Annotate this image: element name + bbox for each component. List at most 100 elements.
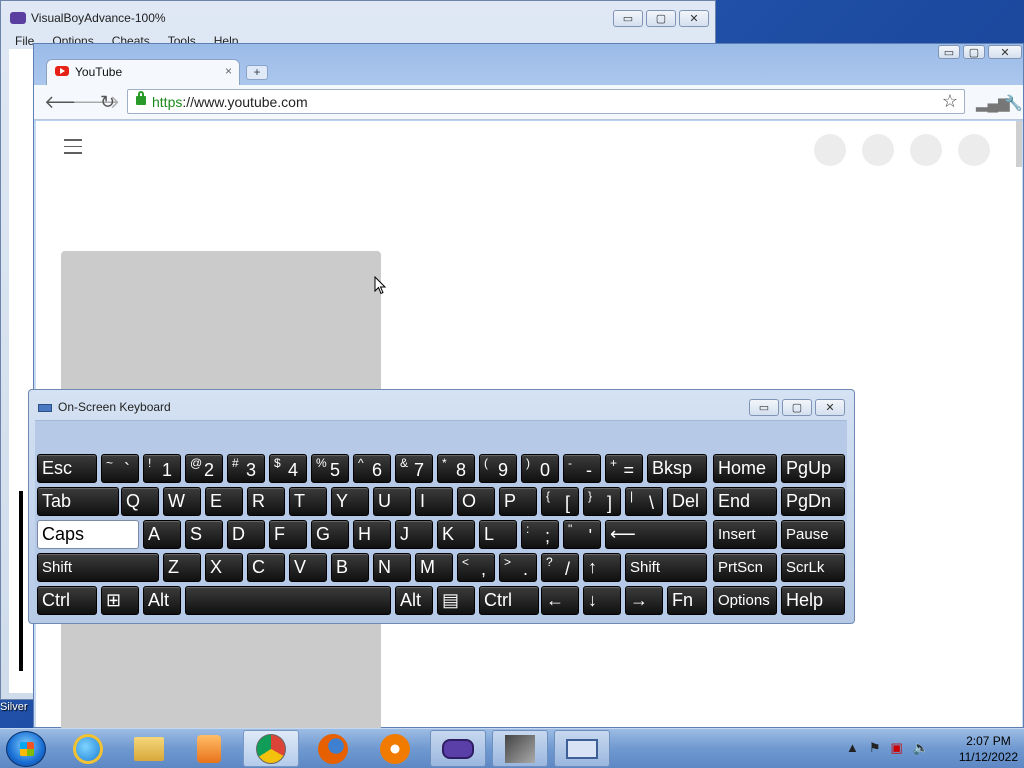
vba-maximize-button[interactable]: ▢ xyxy=(646,10,676,27)
tab-youtube[interactable]: YouTube × xyxy=(46,59,240,85)
chrome-close-button[interactable]: ✕ xyxy=(988,45,1022,59)
taskbar-app[interactable] xyxy=(492,730,548,767)
taskbar-osk[interactable] xyxy=(554,730,610,767)
key-key[interactable] xyxy=(185,586,391,615)
key-w[interactable]: W xyxy=(163,487,201,516)
address-bar[interactable]: https://www.youtube.com ☆ xyxy=(127,89,965,114)
key-symbol-0-13[interactable]: + = xyxy=(605,454,643,483)
key-pause[interactable]: Pause xyxy=(781,520,845,549)
key-v[interactable]: V xyxy=(289,553,327,582)
key-f[interactable]: F xyxy=(269,520,307,549)
key-y[interactable]: Y xyxy=(331,487,369,516)
action-center-icon[interactable]: ⚑ xyxy=(869,740,881,756)
key-symbol-3-11[interactable]: ↑ xyxy=(583,553,621,582)
tab-close-icon[interactable]: × xyxy=(225,64,232,78)
clock[interactable]: 2:07 PM 11/12/2022 xyxy=(959,733,1018,765)
page-scrollbar[interactable] xyxy=(1016,121,1022,167)
key-e[interactable]: E xyxy=(205,487,243,516)
key-insert[interactable]: Insert xyxy=(713,520,777,549)
key-symbol-2-11[interactable]: " ' xyxy=(563,520,601,549)
taskbar-media-player[interactable] xyxy=(181,730,237,767)
key-symbol-3-8[interactable]: <, xyxy=(457,553,495,582)
key-symbol-3-10[interactable]: ? / xyxy=(541,553,579,582)
network-icon[interactable]: ▣ xyxy=(891,740,903,756)
key-6[interactable]: ^ 6 xyxy=(353,454,391,483)
key-2[interactable]: @2 xyxy=(185,454,223,483)
key-n[interactable]: N xyxy=(373,553,411,582)
key-help[interactable]: Help xyxy=(781,586,845,615)
key-symbol-3-9[interactable]: >. xyxy=(499,553,537,582)
key-p[interactable]: P xyxy=(499,487,537,516)
key-prtscn[interactable]: PrtScn xyxy=(713,553,777,582)
key-d[interactable]: D xyxy=(227,520,265,549)
taskbar-firefox[interactable] xyxy=(305,730,361,767)
key-m[interactable]: M xyxy=(415,553,453,582)
key-ctrl[interactable]: Ctrl xyxy=(479,586,539,615)
key-del[interactable]: Del xyxy=(667,487,707,516)
key-0[interactable]: ) 0 xyxy=(521,454,559,483)
key-1[interactable]: ! 1 xyxy=(143,454,181,483)
key-5[interactable]: % 5 xyxy=(311,454,349,483)
key-symbol-4-9[interactable]: → xyxy=(625,586,663,615)
taskbar-chrome[interactable] xyxy=(243,730,299,767)
key-symbol-4-5[interactable]: ▤ xyxy=(437,586,475,615)
key-z[interactable]: Z xyxy=(163,553,201,582)
key-8[interactable]: * 8 xyxy=(437,454,475,483)
key-symbol-4-1[interactable]: ⊞ xyxy=(101,586,139,615)
key-j[interactable]: J xyxy=(395,520,433,549)
key-options[interactable]: Options xyxy=(713,586,777,615)
key-9[interactable]: (9 xyxy=(479,454,517,483)
key-i[interactable]: I xyxy=(415,487,453,516)
reload-icon[interactable]: ↻ xyxy=(100,92,115,113)
key-symbol-1-13[interactable]: | \ xyxy=(625,487,663,516)
taskbar-ie[interactable] xyxy=(60,730,116,767)
key-symbol-4-7[interactable]: ← xyxy=(541,586,579,615)
key-shift[interactable]: Shift xyxy=(37,553,159,582)
key-symbol-1-12[interactable]: }] xyxy=(583,487,621,516)
osk-minimize-button[interactable]: ▭ xyxy=(749,399,779,416)
vba-minimize-button[interactable]: ▭ xyxy=(613,10,643,27)
key-symbol-4-8[interactable]: ↓ xyxy=(583,586,621,615)
vba-menu-file[interactable]: File xyxy=(15,34,34,48)
wrench-icon[interactable]: 🔧 xyxy=(1004,94,1023,112)
bookmark-star-icon[interactable]: ☆ xyxy=(942,91,958,112)
vba-close-button[interactable]: ✕ xyxy=(679,10,709,27)
new-tab-button[interactable]: + xyxy=(246,65,268,80)
key-scrlk[interactable]: ScrLk xyxy=(781,553,845,582)
key-bksp[interactable]: Bksp xyxy=(647,454,707,483)
key-end[interactable]: End xyxy=(713,487,777,516)
chrome-minimize-button[interactable]: ▭ xyxy=(938,45,960,59)
show-hidden-icons-icon[interactable]: ▲ xyxy=(846,740,859,756)
taskbar-vba[interactable] xyxy=(430,730,486,767)
key-symbol-0-1[interactable]: ~ ` xyxy=(101,454,139,483)
key-symbol-2-12[interactable]: ⟵ xyxy=(605,520,707,549)
key-pgdn[interactable]: PgDn xyxy=(781,487,845,516)
key-k[interactable]: K xyxy=(437,520,475,549)
key-tab[interactable]: Tab xyxy=(37,487,119,516)
key-h[interactable]: H xyxy=(353,520,391,549)
key-c[interactable]: C xyxy=(247,553,285,582)
key-a[interactable]: A xyxy=(143,520,181,549)
key-t[interactable]: T xyxy=(289,487,327,516)
key-shift[interactable]: Shift xyxy=(625,553,707,582)
osk-maximize-button[interactable]: ▢ xyxy=(782,399,812,416)
key-g[interactable]: G xyxy=(311,520,349,549)
key-fn[interactable]: Fn xyxy=(667,586,707,615)
taskbar-explorer[interactable] xyxy=(121,730,177,767)
key-s[interactable]: S xyxy=(185,520,223,549)
key-esc[interactable]: Esc xyxy=(37,454,97,483)
key-x[interactable]: X xyxy=(205,553,243,582)
key-l[interactable]: L xyxy=(479,520,517,549)
key-r[interactable]: R xyxy=(247,487,285,516)
key-u[interactable]: U xyxy=(373,487,411,516)
key-ctrl[interactable]: Ctrl xyxy=(37,586,97,615)
key-alt[interactable]: Alt xyxy=(143,586,181,615)
key-symbol-0-12[interactable]: -- xyxy=(563,454,601,483)
chrome-maximize-button[interactable]: ▢ xyxy=(963,45,985,59)
volume-icon[interactable]: 🔈 xyxy=(913,740,929,756)
key-o[interactable]: O xyxy=(457,487,495,516)
key-caps[interactable]: Caps xyxy=(37,520,139,549)
key-3[interactable]: #3 xyxy=(227,454,265,483)
key-symbol-1-11[interactable]: {[ xyxy=(541,487,579,516)
key-7[interactable]: & 7 xyxy=(395,454,433,483)
